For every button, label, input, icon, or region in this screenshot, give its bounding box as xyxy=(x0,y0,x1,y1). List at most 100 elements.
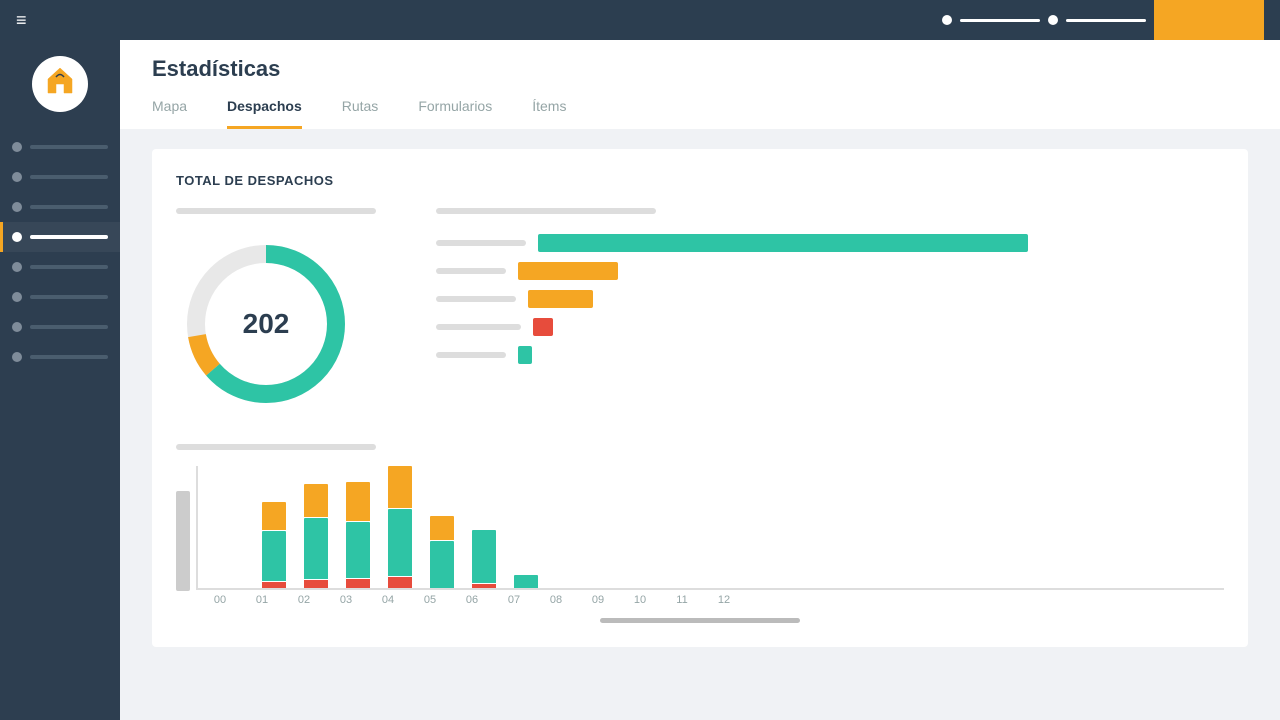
hbar-label-3 xyxy=(436,296,516,302)
vchart-label-4: 04 xyxy=(376,594,400,606)
sidebar-item-5[interactable] xyxy=(0,252,120,282)
hbar-loading-bar xyxy=(436,208,656,214)
sidebar-line-5 xyxy=(30,265,108,269)
vchart-label-10: 10 xyxy=(628,594,652,606)
hbar-fill-2 xyxy=(518,262,618,280)
top-nav-right xyxy=(942,0,1264,40)
sidebar-item-1[interactable] xyxy=(0,132,120,162)
sidebar-item-6[interactable] xyxy=(0,282,120,312)
hbar-label-4 xyxy=(436,324,521,330)
vchart-labels: 00010203040506070809101112 xyxy=(196,590,1224,606)
sidebar-line-4 xyxy=(30,235,108,239)
tab-mapa[interactable]: Mapa xyxy=(152,98,187,129)
stats-card: TOTAL DE DESPACHOS xyxy=(152,149,1248,647)
nav-slider-1 xyxy=(942,15,1040,25)
bar-red-3 xyxy=(262,582,286,588)
sidebar-dot-2 xyxy=(12,172,22,182)
vchart-label-3: 03 xyxy=(334,594,358,606)
sidebar-item-7[interactable] xyxy=(0,312,120,342)
vchart-yaxis-bar xyxy=(176,491,190,591)
tab-despachos[interactable]: Despachos xyxy=(227,98,302,129)
nav-dot-1 xyxy=(942,15,952,25)
bar-red-5 xyxy=(346,579,370,588)
vchart-wrapper: 00010203040506070809101112 xyxy=(176,466,1224,606)
vchart-bars-wrapper: 00010203040506070809101112 xyxy=(196,466,1224,606)
vchart-section: 00010203040506070809101112 xyxy=(176,444,1224,623)
bar-teal-9 xyxy=(514,575,538,588)
vchart-label-6: 06 xyxy=(460,594,484,606)
vchart-label-1: 01 xyxy=(250,594,274,606)
sidebar-dot-1 xyxy=(12,142,22,152)
vchart-bar-group-8 xyxy=(472,530,496,588)
hbar-row-4 xyxy=(436,318,1224,336)
bar-yellow-7 xyxy=(430,516,454,540)
sidebar-line-2 xyxy=(30,175,108,179)
donut-loading-bar xyxy=(176,208,376,214)
vchart-label-12: 12 xyxy=(712,594,736,606)
sidebar-dot-7 xyxy=(12,322,22,332)
bar-teal-7 xyxy=(430,541,454,588)
vchart-label-8: 08 xyxy=(544,594,568,606)
donut-value: 202 xyxy=(243,308,290,340)
bar-red-4 xyxy=(304,580,328,588)
donut-chart: 202 xyxy=(176,234,356,414)
sidebar-item-3[interactable] xyxy=(0,192,120,222)
hbar-fill-5 xyxy=(518,346,532,364)
bar-teal-4 xyxy=(304,518,328,579)
vchart-bar-group-7 xyxy=(430,516,454,588)
bar-teal-6 xyxy=(388,509,412,576)
nav-line-2 xyxy=(1066,19,1146,22)
vchart-scrollbar[interactable] xyxy=(600,618,800,623)
bar-teal-3 xyxy=(262,531,286,581)
sidebar-line-1 xyxy=(30,145,108,149)
page-header: Estadísticas Mapa Despachos Rutas Formul… xyxy=(120,40,1280,129)
vchart-label-9: 09 xyxy=(586,594,610,606)
vchart-bars xyxy=(196,466,1224,590)
bar-red-6 xyxy=(388,577,412,588)
bar-yellow-4 xyxy=(304,484,328,517)
sidebar-line-8 xyxy=(30,355,108,359)
hbar-label-1 xyxy=(436,240,526,246)
sidebar-item-8[interactable] xyxy=(0,342,120,372)
sidebar-line-6 xyxy=(30,295,108,299)
nav-orange-button[interactable] xyxy=(1154,0,1264,40)
tab-items[interactable]: Ítems xyxy=(532,98,566,129)
hbar-fill-4 xyxy=(533,318,553,336)
sidebar xyxy=(0,40,120,720)
hbar-row-3 xyxy=(436,290,1224,308)
top-nav: ≡ xyxy=(0,0,1280,40)
vchart-bar-group-3 xyxy=(262,502,286,588)
vchart-bar-group-5 xyxy=(346,482,370,588)
vchart-label-5: 05 xyxy=(418,594,442,606)
sidebar-dot-4 xyxy=(12,232,22,242)
sidebar-dot-8 xyxy=(12,352,22,362)
hbar-fill-1 xyxy=(538,234,1028,252)
tab-formularios[interactable]: Formularios xyxy=(418,98,492,129)
nav-slider-2 xyxy=(1048,15,1146,25)
vchart-label-0: 00 xyxy=(208,594,232,606)
vchart-label-7: 07 xyxy=(502,594,526,606)
hbar-section xyxy=(436,208,1224,414)
content-area: Estadísticas Mapa Despachos Rutas Formul… xyxy=(120,40,1280,720)
hamburger-icon[interactable]: ≡ xyxy=(16,10,27,31)
sidebar-nav xyxy=(0,132,120,372)
top-stats: 202 xyxy=(176,208,1224,414)
page-title: Estadísticas xyxy=(152,56,1248,82)
bar-yellow-6 xyxy=(388,466,412,508)
vchart-loading-bar xyxy=(176,444,376,450)
nav-line-1 xyxy=(960,19,1040,22)
hbar-list xyxy=(436,234,1224,414)
hbar-fill-3 xyxy=(528,290,593,308)
bar-yellow-3 xyxy=(262,502,286,530)
tab-rutas[interactable]: Rutas xyxy=(342,98,379,129)
sidebar-item-4[interactable] xyxy=(0,222,120,252)
sidebar-item-2[interactable] xyxy=(0,162,120,192)
donut-section: 202 xyxy=(176,208,396,414)
sidebar-dot-3 xyxy=(12,202,22,212)
logo-icon xyxy=(42,63,78,106)
sidebar-logo[interactable] xyxy=(32,56,88,112)
tab-bar: Mapa Despachos Rutas Formularios Ítems xyxy=(152,98,1248,129)
hbar-row-5 xyxy=(436,346,1224,364)
sidebar-line-7 xyxy=(30,325,108,329)
bar-red-8 xyxy=(472,584,496,588)
